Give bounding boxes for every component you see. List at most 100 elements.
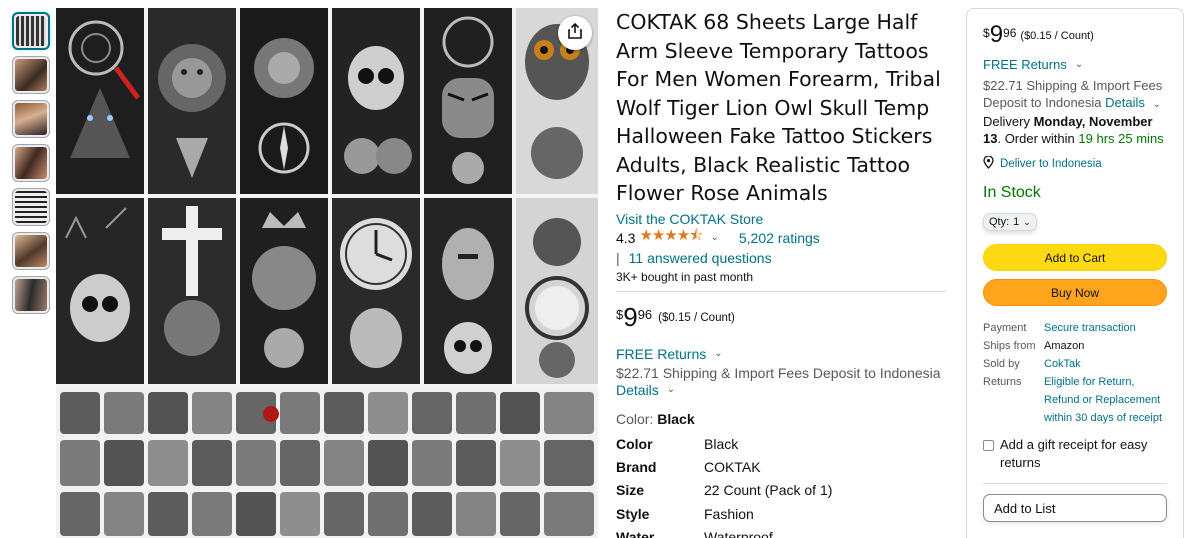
lion-compass-tattoo-image	[240, 8, 328, 194]
detail-key: Sold by	[983, 358, 1020, 370]
thumbnail-3[interactable]	[12, 100, 50, 138]
shipping-fees: $22.71 Shipping & Import Fees Deposit to…	[616, 364, 941, 381]
thumbnail-1[interactable]	[12, 12, 50, 50]
spec-key: Size	[616, 482, 645, 499]
detail-key: Payment	[983, 322, 1027, 334]
cross-lion-tattoo-image	[148, 198, 236, 384]
bought-past-month: 3K+ bought in past month	[616, 269, 754, 284]
product-info: COKTAK 68 Sheets Large Half Arm Sleeve T…	[616, 8, 946, 538]
gift-receipt-option[interactable]: Add a gift receipt for easy returns	[983, 436, 1167, 472]
price-currency: $	[616, 306, 624, 322]
free-returns[interactable]: FREE Returns ⌄	[616, 346, 946, 362]
delivery-prefix: Delivery	[983, 114, 1030, 129]
spec-key: Brand	[616, 458, 657, 475]
spec-value: Black	[704, 435, 739, 452]
seller-link[interactable]: CokTak	[1044, 355, 1167, 373]
chevron-down-icon[interactable]: ⌄	[710, 232, 718, 243]
color-value: Black	[657, 410, 695, 427]
share-button[interactable]	[558, 16, 592, 50]
price: $ 9 96 ($0.15 / Count)	[616, 304, 946, 330]
separator: |	[616, 249, 620, 266]
detail-key: Ships from	[983, 340, 1036, 352]
divider	[616, 290, 946, 292]
delivery-info: Delivery Monday, November 13. Order with…	[983, 113, 1167, 147]
skull-rose-tattoo-image	[332, 8, 420, 194]
buy-box: $ 9 96 ($0.15 / Count) FREE Returns ⌄ $2…	[966, 8, 1184, 538]
buy-now-button[interactable]: Buy Now	[983, 279, 1167, 306]
deliver-to-link[interactable]: Deliver to Indonesia	[1000, 158, 1102, 170]
rose-pocketwatch-tattoo-image	[516, 198, 598, 384]
price-per-unit: ($0.15 / Count)	[1020, 30, 1094, 42]
buybox-free-returns[interactable]: FREE Returns ⌄	[983, 57, 1167, 72]
purchase-details: Payment Secure transaction Ships from Am…	[983, 319, 1167, 427]
price-fraction: 96	[637, 306, 653, 322]
spec-key: Water	[616, 529, 655, 538]
qa-row: | 11 answered questions	[616, 248, 946, 268]
tiger-clock-tattoo-image	[424, 8, 512, 194]
thumbnail-5[interactable]	[12, 188, 50, 226]
price-fraction: 96	[1003, 26, 1017, 40]
price-per-unit: ($0.15 / Count)	[658, 311, 735, 324]
spec-row: Brand COKTAK	[616, 459, 832, 482]
wolf-tattoo-image	[56, 8, 144, 194]
small-tattoo-sheets-image	[56, 388, 598, 538]
thumbnail-strip	[12, 12, 52, 320]
crowned-lion-tattoo-image	[240, 198, 328, 384]
detail-key: Returns	[983, 376, 1022, 388]
gift-receipt-checkbox[interactable]	[983, 440, 994, 451]
clock-eye-tattoo-image	[332, 198, 420, 384]
answered-questions-link[interactable]: 11 answered questions	[629, 250, 772, 266]
returns-link[interactable]: Eligible for Return, Refund or Replaceme…	[1044, 373, 1167, 427]
qty-label: Qty:	[989, 216, 1010, 228]
thumbnail-2[interactable]	[12, 56, 50, 94]
qty-value: 1	[1013, 216, 1020, 228]
spec-row: Size 22 Count (Pack of 1)	[616, 482, 832, 505]
spec-value: COKTAK	[704, 458, 761, 475]
order-within-time: 19 hrs 25 mins	[1078, 131, 1164, 146]
chevron-down-icon[interactable]: ⌄	[714, 348, 722, 359]
free-returns-link[interactable]: FREE Returns	[616, 346, 706, 362]
spec-value: Fashion	[704, 505, 754, 522]
buybox-shipping: $22.71 Shipping & Import Fees Deposit to…	[983, 77, 1167, 113]
spec-value: Waterproof	[704, 529, 773, 538]
spec-value: 22 Count (Pack of 1)	[704, 482, 833, 499]
details-row[interactable]: Details ⌄	[616, 382, 946, 398]
add-to-list-button[interactable]: Add to List	[983, 494, 1167, 522]
chevron-down-icon[interactable]: ⌄	[1075, 59, 1083, 70]
rating-row: 4.3 ★★★★⯪ ⌄ 5,202 ratings	[616, 225, 946, 250]
rating-value: 4.3	[616, 229, 636, 246]
thumbnail-7[interactable]	[12, 276, 50, 314]
details-link[interactable]: Details	[1105, 95, 1145, 110]
thumbnail-6[interactable]	[12, 232, 50, 270]
stock-status: In Stock	[983, 184, 1041, 201]
woman-skull-tattoo-image	[424, 198, 512, 384]
add-to-cart-button[interactable]: Add to Cart	[983, 244, 1167, 271]
price-whole: 9	[989, 21, 1004, 48]
order-within-prefix: . Order within	[997, 131, 1075, 146]
chevron-down-icon[interactable]: ⌄	[667, 384, 675, 395]
color-label: Color:	[616, 410, 654, 427]
spec-key: Style	[616, 505, 650, 522]
spec-row: Color Black	[616, 436, 832, 459]
graveyard-skull-tattoo-image	[56, 198, 144, 384]
free-returns-link[interactable]: FREE Returns	[983, 57, 1067, 72]
chevron-down-icon: ⌄	[1023, 216, 1031, 227]
buybox-price: $ 9 96 ($0.15 / Count)	[983, 23, 1167, 47]
spec-key: Color	[616, 435, 653, 452]
spec-row: Style Fashion	[616, 506, 832, 529]
deliver-to[interactable]: Deliver to Indonesia	[983, 155, 1167, 172]
lion-tattoo-image	[148, 8, 236, 194]
details-link[interactable]: Details	[616, 382, 659, 398]
main-product-image[interactable]	[56, 8, 598, 538]
star-rating-icon[interactable]: ★★★★⯪	[639, 225, 703, 250]
quantity-select[interactable]: Qty: 1 ⌄	[983, 213, 1037, 231]
thumbnail-4[interactable]	[12, 144, 50, 182]
ratings-count-link[interactable]: 5,202 ratings	[739, 230, 820, 246]
chevron-down-icon[interactable]: ⌄	[1153, 99, 1161, 110]
secure-transaction-link[interactable]: Secure transaction	[1044, 319, 1167, 337]
gift-receipt-label: Add a gift receipt for easy returns	[1000, 437, 1148, 470]
color-selection: Color: Black	[616, 411, 946, 427]
spec-row: Water Waterproof	[616, 529, 832, 538]
ships-from-value: Amazon	[1044, 340, 1085, 352]
location-pin-icon	[983, 155, 994, 172]
